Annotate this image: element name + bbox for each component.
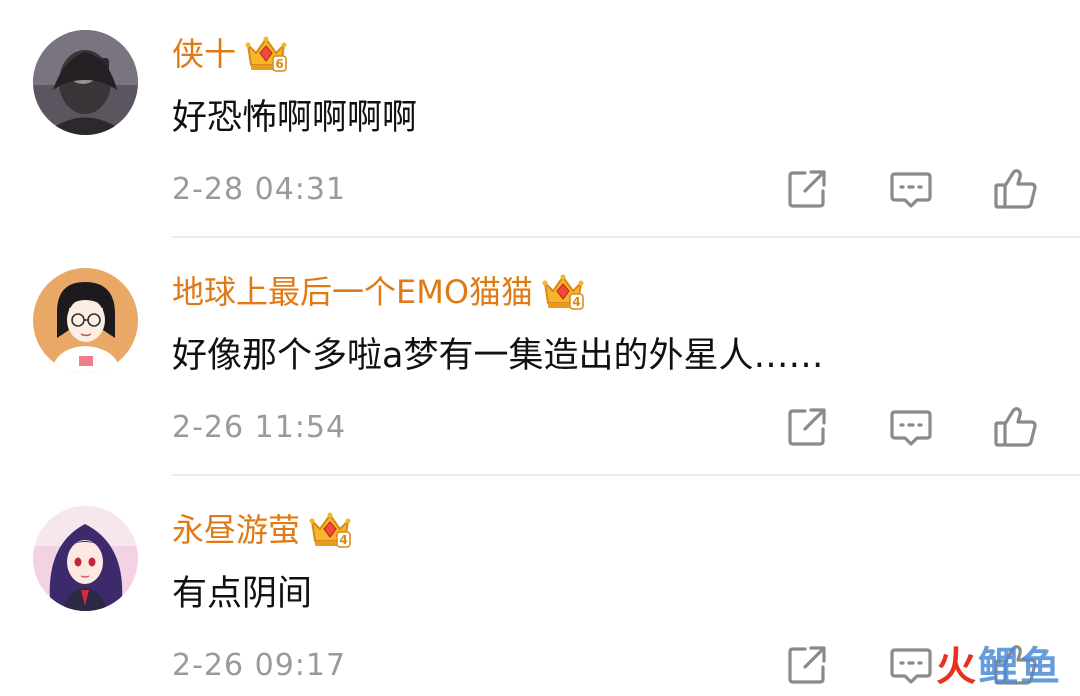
share-icon — [788, 170, 826, 208]
comment-text: 好恐怖啊啊啊啊 — [172, 98, 418, 138]
username[interactable]: 地球上最后一个EMO猫猫 4 — [172, 269, 585, 316]
comment-feed: 侠十 6 好恐怖啊啊啊啊 2-28 04:31 地球上最后一个EMO猫猫 4 好… — [0, 0, 1080, 696]
crown-badge-icon: 4 — [308, 507, 352, 551]
badge-level: 6 — [275, 57, 283, 71]
timestamp: 2-26 09:17 — [172, 648, 347, 683]
thumbs-up-icon — [994, 169, 1037, 209]
thumbs-up-icon — [994, 407, 1037, 447]
comment-button[interactable] — [887, 403, 935, 451]
avatar[interactable] — [33, 30, 138, 135]
username[interactable]: 永昼游萤 4 — [172, 507, 352, 554]
watermark-fire: 火 — [936, 644, 978, 690]
username-text[interactable]: 侠十 — [172, 35, 236, 73]
comment-text: 有点阴间 — [172, 574, 313, 614]
share-button[interactable] — [783, 403, 831, 451]
username[interactable]: 侠十 6 — [172, 31, 288, 78]
like-button[interactable] — [992, 403, 1040, 451]
comment-icon — [890, 410, 932, 446]
avatar[interactable] — [33, 506, 138, 611]
comment-item: 地球上最后一个EMO猫猫 4 好像那个多啦a梦有一集造出的外星人…… 2-26 … — [0, 238, 1080, 476]
username-text[interactable]: 地球上最后一个EMO猫猫 — [172, 273, 533, 311]
crown-badge-icon: 4 — [541, 269, 585, 313]
like-button[interactable] — [992, 165, 1040, 213]
username-text[interactable]: 永昼游萤 — [172, 511, 300, 549]
share-icon — [788, 646, 826, 684]
timestamp: 2-26 11:54 — [172, 410, 347, 445]
badge-level: 4 — [339, 533, 347, 547]
timestamp: 2-28 04:31 — [172, 172, 347, 207]
comment-text: 好像那个多啦a梦有一集造出的外星人…… — [172, 336, 824, 376]
comment-item: 侠十 6 好恐怖啊啊啊啊 2-28 04:31 — [0, 0, 1080, 238]
comment-button[interactable] — [887, 641, 935, 689]
comment-item: 永昼游萤 4 有点阴间 2-26 09:17 — [0, 476, 1080, 696]
share-button[interactable] — [783, 641, 831, 689]
avatar[interactable] — [33, 268, 138, 373]
share-button[interactable] — [783, 165, 831, 213]
comment-icon — [890, 172, 932, 208]
crown-badge-icon: 6 — [244, 31, 288, 75]
watermark-carp: 鲤鱼 — [978, 644, 1062, 690]
share-icon — [788, 408, 826, 446]
comment-button[interactable] — [887, 165, 935, 213]
comment-icon — [890, 648, 932, 684]
badge-level: 4 — [572, 295, 580, 309]
watermark: 火鲤鱼 — [936, 634, 1062, 692]
